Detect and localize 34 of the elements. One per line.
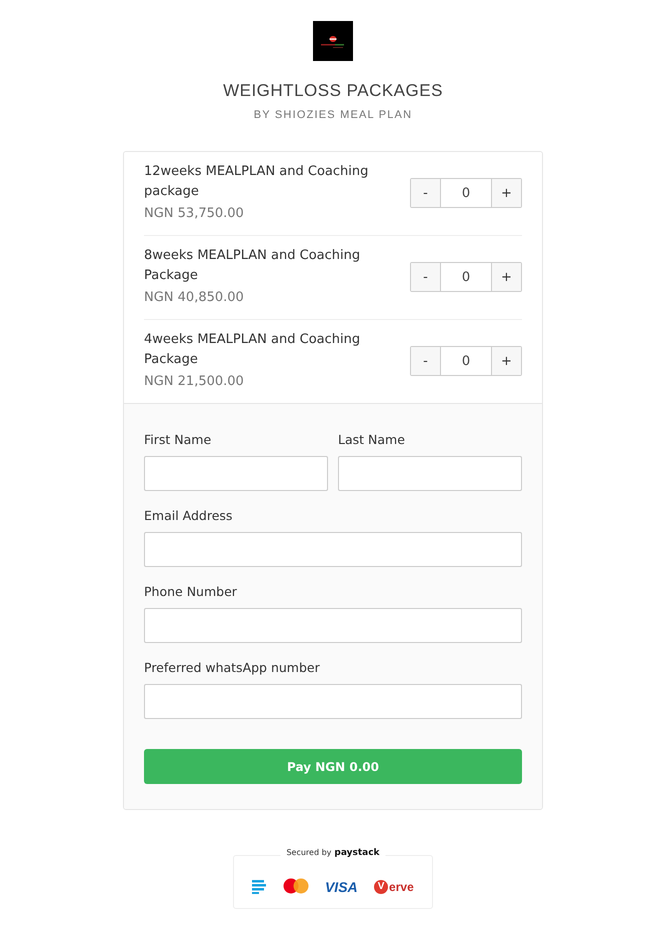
product-price: NGN 21,500.00 <box>144 373 245 391</box>
decrement-button[interactable]: - <box>411 179 440 207</box>
verve-logo: V erve <box>374 880 414 894</box>
product-name: 4weeks MEALPLAN and Coaching Package <box>144 331 362 369</box>
input-field[interactable] <box>144 456 328 491</box>
mastercard-icon <box>282 878 309 895</box>
increment-button[interactable]: + <box>492 263 521 291</box>
input-field[interactable] <box>144 684 522 719</box>
input-field[interactable] <box>338 456 522 491</box>
product-price: NGN 53,750.00 <box>144 205 245 223</box>
input-field[interactable] <box>144 608 522 643</box>
field-label: Phone Number <box>144 584 238 599</box>
field-label: Last Name <box>338 432 406 447</box>
increment-button[interactable]: + <box>492 179 521 207</box>
input-field[interactable] <box>144 532 522 567</box>
secured-by-text: Secured by <box>286 848 332 857</box>
page-subtitle: BY SHIOZIES MEAL PLAN <box>254 109 412 121</box>
quantity-field[interactable]: 0 <box>440 263 492 291</box>
brand-text: paystack <box>334 848 380 858</box>
page-title: WEIGHTLOSS PACKAGES <box>223 81 443 101</box>
increment-button[interactable]: + <box>492 347 521 375</box>
product-price: NGN 40,850.00 <box>144 289 245 307</box>
logo <box>313 21 353 61</box>
quantity-field[interactable]: 0 <box>440 179 492 207</box>
field-label: First Name <box>144 432 212 447</box>
field-label: Preferred whatsApp number <box>144 660 321 675</box>
decrement-button[interactable]: - <box>411 347 440 375</box>
product-name: 12weeks MEALPLAN and Coaching package <box>144 163 370 201</box>
field-label: Email Address <box>144 508 234 523</box>
visa-logo: VISA <box>324 878 358 894</box>
product-name: 8weeks MEALPLAN and Coaching Package <box>144 247 362 285</box>
quantity-field[interactable]: 0 <box>440 347 492 375</box>
decrement-button[interactable]: - <box>411 263 440 291</box>
bank-card-icon <box>252 880 266 894</box>
